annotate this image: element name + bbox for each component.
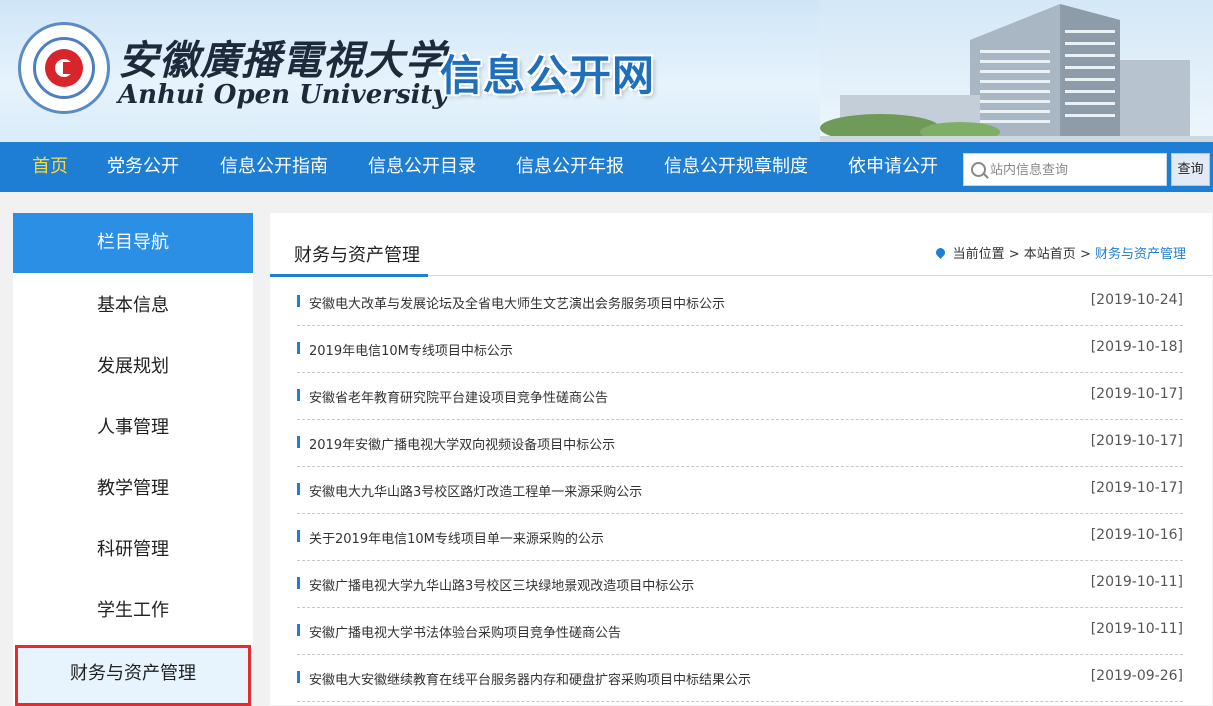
list-item: 2019年安徽广播电视大学双向视频设备项目中标公示 [2019-10-17]	[297, 420, 1183, 467]
article-link[interactable]: 安徽电大改革与发展论坛及全省电大师生文艺演出会务服务项目中标公示	[309, 293, 725, 312]
site-name: 信息公开网	[440, 51, 656, 100]
nav-item-annual-report[interactable]: 信息公开年报	[516, 142, 624, 192]
location-pin-icon	[933, 246, 947, 259]
list-item: 关于2019年电信10M专线项目单一来源采购的公示 [2019-10-16]	[297, 514, 1183, 561]
article-link[interactable]: 安徽电大九华山路3号校区路灯改造工程单一来源采购公示	[309, 481, 642, 500]
university-name-cn: 安徽廣播電視大学	[118, 37, 446, 84]
sidebar-title: 栏目导航	[13, 213, 253, 273]
nav-item-apply-disclosure[interactable]: 依申请公开	[848, 142, 938, 192]
nav-item-home[interactable]: 首页	[32, 142, 68, 192]
sidebar-item-personnel[interactable]: 人事管理	[13, 397, 253, 458]
breadcrumb-prefix: 当前位置	[952, 247, 1005, 262]
sidebar-item-basic-info[interactable]: 基本信息	[13, 275, 253, 336]
campus-building-illustration	[820, 0, 1213, 142]
sidebar-item-finance-assets[interactable]: 财务与资产管理	[15, 645, 251, 706]
article-link[interactable]: 2019年电信10M专线项目中标公示	[309, 340, 513, 359]
sidebar-item-teaching[interactable]: 教学管理	[13, 458, 253, 519]
article-link[interactable]: 安徽省老年教育研究院平台建设项目竞争性磋商公告	[309, 387, 608, 406]
article-date: [2019-10-18]	[1090, 339, 1183, 355]
sidebar-item-research[interactable]: 科研管理	[13, 519, 253, 580]
article-link[interactable]: 安徽电大安徽继续教育在线平台服务器内存和硬盘扩容采购项目中标结果公示	[309, 669, 751, 688]
nav-item-regulations[interactable]: 信息公开规章制度	[664, 142, 808, 192]
article-date: [2019-10-17]	[1090, 480, 1183, 496]
article-date: [2019-10-11]	[1090, 621, 1183, 637]
list-item: 2019年电信10M专线项目中标公示 [2019-10-18]	[297, 326, 1183, 373]
nav-item-disclosure-guide[interactable]: 信息公开指南	[220, 142, 328, 192]
breadcrumb-separator: >	[1079, 247, 1091, 262]
article-date: [2019-10-24]	[1090, 292, 1183, 308]
list-item: 安徽电大改革与发展论坛及全省电大师生文艺演出会务服务项目中标公示 [2019-1…	[297, 279, 1183, 326]
article-link[interactable]: 2019年安徽广播电视大学双向视频设备项目中标公示	[309, 434, 615, 453]
content-panel: 财务与资产管理 当前位置 > 本站首页 > 财务与资产管理 安徽电大改革与发展论…	[270, 213, 1212, 705]
bullet-bar-icon	[297, 577, 300, 589]
bullet-bar-icon	[297, 389, 300, 401]
page-title: 财务与资产管理	[294, 245, 420, 266]
seal-emblem	[45, 49, 83, 87]
article-link[interactable]: 关于2019年电信10M专线项目单一来源采购的公示	[309, 528, 604, 547]
article-link[interactable]: 安徽广播电视大学九华山路3号校区三块绿地景观改造项目中标公示	[309, 575, 694, 594]
search-icon	[971, 162, 986, 177]
breadcrumb-separator: >	[1008, 247, 1020, 262]
bullet-bar-icon	[297, 436, 300, 448]
breadcrumb-home[interactable]: 本站首页	[1024, 247, 1076, 262]
sidebar: 栏目导航 基本信息 发展规划 人事管理 教学管理 科研管理 学生工作 财务与资产…	[13, 213, 253, 706]
list-item: 安徽广播电视大学书法体验台采购项目竞争性磋商公告 [2019-10-11]	[297, 608, 1183, 655]
search-box	[963, 153, 1168, 187]
site-header: 安徽廣播電視大学 Anhui Open University 信息公开网	[0, 0, 1213, 142]
bullet-bar-icon	[297, 624, 300, 636]
article-link[interactable]: 安徽广播电视大学书法体验台采购项目竞争性磋商公告	[309, 622, 621, 641]
article-date: [2019-10-17]	[1090, 386, 1183, 402]
article-date: [2019-10-16]	[1090, 527, 1183, 543]
list-item: 安徽广播电视大学九华山路3号校区三块绿地景观改造项目中标公示 [2019-10-…	[297, 561, 1183, 608]
title-divider	[270, 274, 1212, 277]
nav-item-party-affairs[interactable]: 党务公开	[107, 142, 179, 192]
search-input[interactable]	[988, 154, 1168, 187]
university-seal-icon[interactable]	[18, 22, 110, 114]
list-item: 安徽电大九华山路3号校区路灯改造工程单一来源采购公示 [2019-10-17]	[297, 467, 1183, 514]
search-button[interactable]: 查询	[1171, 153, 1210, 186]
bullet-bar-icon	[297, 530, 300, 542]
list-item: 安徽省老年教育研究院平台建设项目竞争性磋商公告 [2019-10-17]	[297, 373, 1183, 420]
nav-item-disclosure-catalog[interactable]: 信息公开目录	[368, 142, 476, 192]
bullet-bar-icon	[297, 671, 300, 683]
sidebar-item-development-plan[interactable]: 发展规划	[13, 336, 253, 397]
university-name-en: Anhui Open University	[118, 80, 448, 110]
article-date: [2019-10-11]	[1090, 574, 1183, 590]
bullet-bar-icon	[297, 342, 300, 354]
sidebar-item-student-affairs[interactable]: 学生工作	[13, 580, 253, 641]
list-item: 安徽电大安徽继续教育在线平台服务器内存和硬盘扩容采购项目中标结果公示 [2019…	[297, 655, 1183, 702]
article-date: [2019-10-17]	[1090, 433, 1183, 449]
breadcrumb-current[interactable]: 财务与资产管理	[1095, 247, 1186, 262]
bullet-bar-icon	[297, 295, 300, 307]
bullet-bar-icon	[297, 483, 300, 495]
breadcrumb: 当前位置 > 本站首页 > 财务与资产管理	[933, 243, 1186, 262]
article-date: [2019-09-26]	[1090, 668, 1183, 684]
